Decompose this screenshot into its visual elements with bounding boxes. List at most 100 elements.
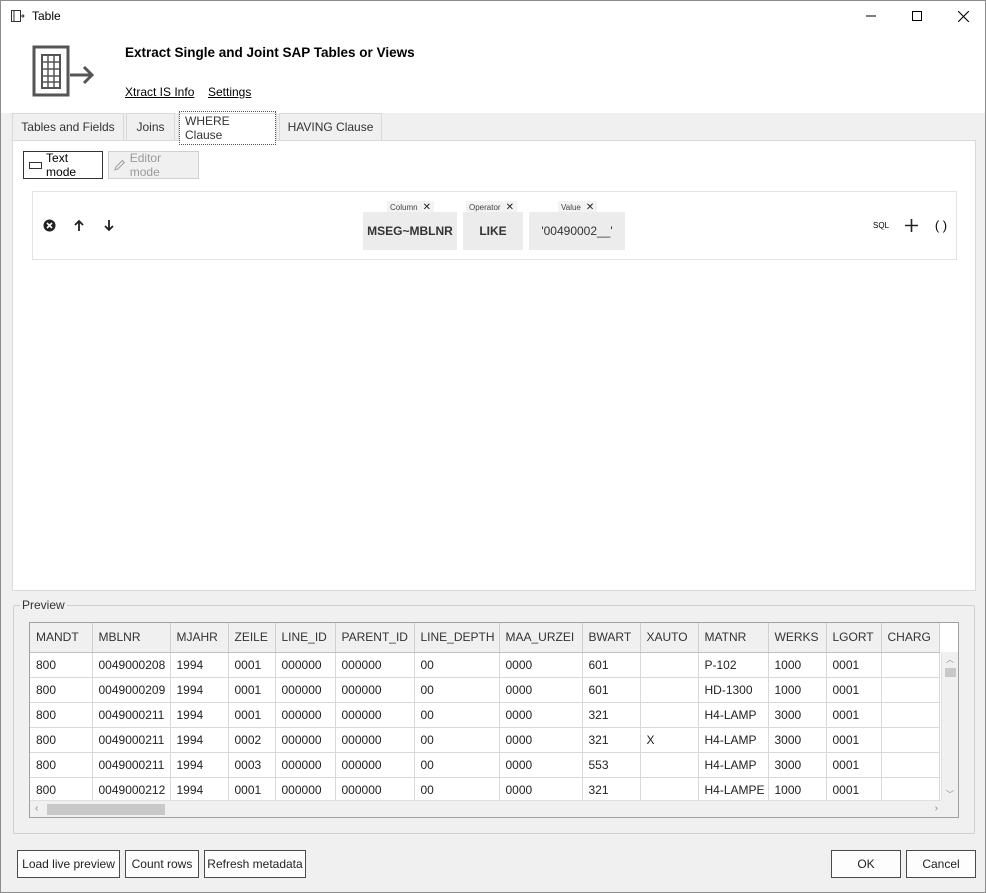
- table-cell[interactable]: 601: [582, 677, 641, 703]
- table-cell[interactable]: 000000: [335, 777, 415, 803]
- table-cell[interactable]: 800: [30, 727, 93, 753]
- sql-button[interactable]: SQL: [871, 216, 891, 234]
- table-cell[interactable]: 0001: [826, 702, 882, 728]
- table-cell[interactable]: 0049000211: [92, 727, 171, 753]
- remove-operator-icon[interactable]: ✕: [506, 202, 514, 213]
- table-cell[interactable]: 0049000209: [92, 677, 171, 703]
- table-cell[interactable]: 0001: [228, 702, 276, 728]
- table-cell[interactable]: H4-LAMP: [698, 727, 769, 753]
- table-cell[interactable]: 3000: [768, 727, 827, 753]
- table-row[interactable]: 800 0049000211 1994 0001 000000 000000 00 0000 3…: [30, 702, 940, 728]
- table-cell[interactable]: 800: [30, 677, 93, 703]
- table-cell[interactable]: H4-LAMP: [698, 752, 769, 778]
- table-cell[interactable]: 601: [582, 652, 641, 678]
- table-cell[interactable]: 553: [582, 752, 641, 778]
- settings-link[interactable]: Settings: [208, 85, 251, 99]
- vertical-scroll-thumb[interactable]: [945, 668, 956, 677]
- ok-button[interactable]: OK: [831, 850, 901, 878]
- table-cell[interactable]: 0000: [499, 777, 583, 803]
- column-header-mblnr[interactable]: MBLNR: [92, 623, 171, 653]
- table-cell[interactable]: 0001: [826, 727, 882, 753]
- table-cell[interactable]: 000000: [335, 752, 415, 778]
- table-cell[interactable]: 000000: [335, 652, 415, 678]
- tab-tables-and-fields[interactable]: Tables and Fields: [12, 113, 124, 140]
- table-cell[interactable]: [640, 652, 699, 678]
- table-cell[interactable]: 00: [414, 652, 500, 678]
- table-cell[interactable]: 0000: [499, 752, 583, 778]
- tab-joins[interactable]: Joins: [126, 113, 175, 140]
- scroll-up-icon[interactable]: ︿: [946, 654, 954, 665]
- table-cell[interactable]: 0002: [228, 727, 276, 753]
- table-cell[interactable]: [640, 777, 699, 803]
- table-row[interactable]: 800 0049000212 1994 0001 000000 000000 00 0000 3…: [30, 777, 940, 803]
- table-cell[interactable]: HD-1300: [698, 677, 769, 703]
- table-cell[interactable]: 0001: [826, 677, 882, 703]
- horizontal-scrollbar[interactable]: ‹ ›: [30, 800, 943, 817]
- table-cell[interactable]: [881, 702, 940, 728]
- maximize-button[interactable]: [894, 1, 940, 31]
- column-header-mandt[interactable]: MANDT: [30, 623, 93, 653]
- table-cell[interactable]: 0001: [826, 777, 882, 803]
- column-header-bwart[interactable]: BWART: [582, 623, 641, 653]
- cancel-button[interactable]: Cancel: [906, 850, 976, 878]
- table-cell[interactable]: 1000: [768, 777, 827, 803]
- column-header-zeile[interactable]: ZEILE: [228, 623, 276, 653]
- table-cell[interactable]: 00: [414, 727, 500, 753]
- table-cell[interactable]: 0000: [499, 652, 583, 678]
- table-cell[interactable]: 0049000211: [92, 752, 171, 778]
- table-cell[interactable]: 0049000212: [92, 777, 171, 803]
- move-up-button[interactable]: [70, 216, 88, 234]
- table-cell[interactable]: 0001: [826, 752, 882, 778]
- editor-mode-button[interactable]: Editor mode: [108, 151, 199, 179]
- table-cell[interactable]: 800: [30, 702, 93, 728]
- column-header-xauto[interactable]: XAUTO: [640, 623, 699, 653]
- column-header-line-id[interactable]: LINE_ID: [275, 623, 336, 653]
- table-cell[interactable]: [881, 752, 940, 778]
- column-header-lgort[interactable]: LGORT: [826, 623, 882, 653]
- value-token[interactable]: '00490002__': [529, 212, 625, 250]
- table-cell[interactable]: [640, 752, 699, 778]
- table-cell[interactable]: X: [640, 727, 699, 753]
- column-header-matnr[interactable]: MATNR: [698, 623, 769, 653]
- table-cell[interactable]: [881, 777, 940, 803]
- table-cell[interactable]: 1994: [170, 652, 229, 678]
- table-cell[interactable]: P-102: [698, 652, 769, 678]
- add-condition-button[interactable]: [902, 216, 920, 234]
- table-cell[interactable]: 00: [414, 702, 500, 728]
- tab-where-clause[interactable]: WHERE Clause: [178, 110, 277, 145]
- column-token[interactable]: MSEG~MBLNR: [363, 212, 457, 250]
- preview-grid[interactable]: MANDT MBLNR MJAHR ZEILE LINE_ID PARENT_ID LINE…: [29, 622, 959, 818]
- table-cell[interactable]: 1994: [170, 777, 229, 803]
- table-cell[interactable]: 000000: [275, 652, 336, 678]
- table-cell[interactable]: 0001: [228, 652, 276, 678]
- column-header-werks[interactable]: WERKS: [768, 623, 827, 653]
- operator-token[interactable]: LIKE: [463, 212, 523, 250]
- column-header-mjahr[interactable]: MJAHR: [170, 623, 229, 653]
- table-cell[interactable]: 1994: [170, 752, 229, 778]
- load-live-preview-button[interactable]: Load live preview: [17, 850, 120, 878]
- table-row[interactable]: 800 0049000208 1994 0001 000000 000000 00 0000 6…: [30, 652, 940, 678]
- vertical-scrollbar[interactable]: ︿ ﹀: [941, 652, 958, 802]
- count-rows-button[interactable]: Count rows: [125, 850, 199, 878]
- xtract-info-link[interactable]: Xtract IS Info: [125, 85, 194, 99]
- scroll-down-icon[interactable]: ﹀: [946, 789, 954, 800]
- table-cell[interactable]: 000000: [275, 752, 336, 778]
- refresh-metadata-button[interactable]: Refresh metadata: [204, 850, 306, 878]
- table-cell[interactable]: 1000: [768, 677, 827, 703]
- table-row[interactable]: 800 0049000211 1994 0003 000000 000000 00 0000 5…: [30, 752, 940, 778]
- table-cell[interactable]: 0001: [228, 677, 276, 703]
- text-mode-button[interactable]: Text mode: [23, 151, 103, 179]
- table-cell[interactable]: 0000: [499, 677, 583, 703]
- table-cell[interactable]: 3000: [768, 702, 827, 728]
- table-cell[interactable]: 1000: [768, 652, 827, 678]
- scroll-left-icon[interactable]: ‹: [35, 803, 38, 814]
- table-row[interactable]: 800 0049000209 1994 0001 000000 000000 00 0000 6…: [30, 677, 940, 703]
- table-cell[interactable]: 000000: [275, 677, 336, 703]
- add-parenthesis-button[interactable]: ( ): [931, 216, 951, 234]
- table-cell[interactable]: 0000: [499, 702, 583, 728]
- table-cell[interactable]: 0003: [228, 752, 276, 778]
- table-cell[interactable]: 000000: [335, 727, 415, 753]
- horizontal-scroll-thumb[interactable]: [47, 804, 165, 815]
- table-cell[interactable]: [881, 652, 940, 678]
- table-cell[interactable]: 000000: [275, 702, 336, 728]
